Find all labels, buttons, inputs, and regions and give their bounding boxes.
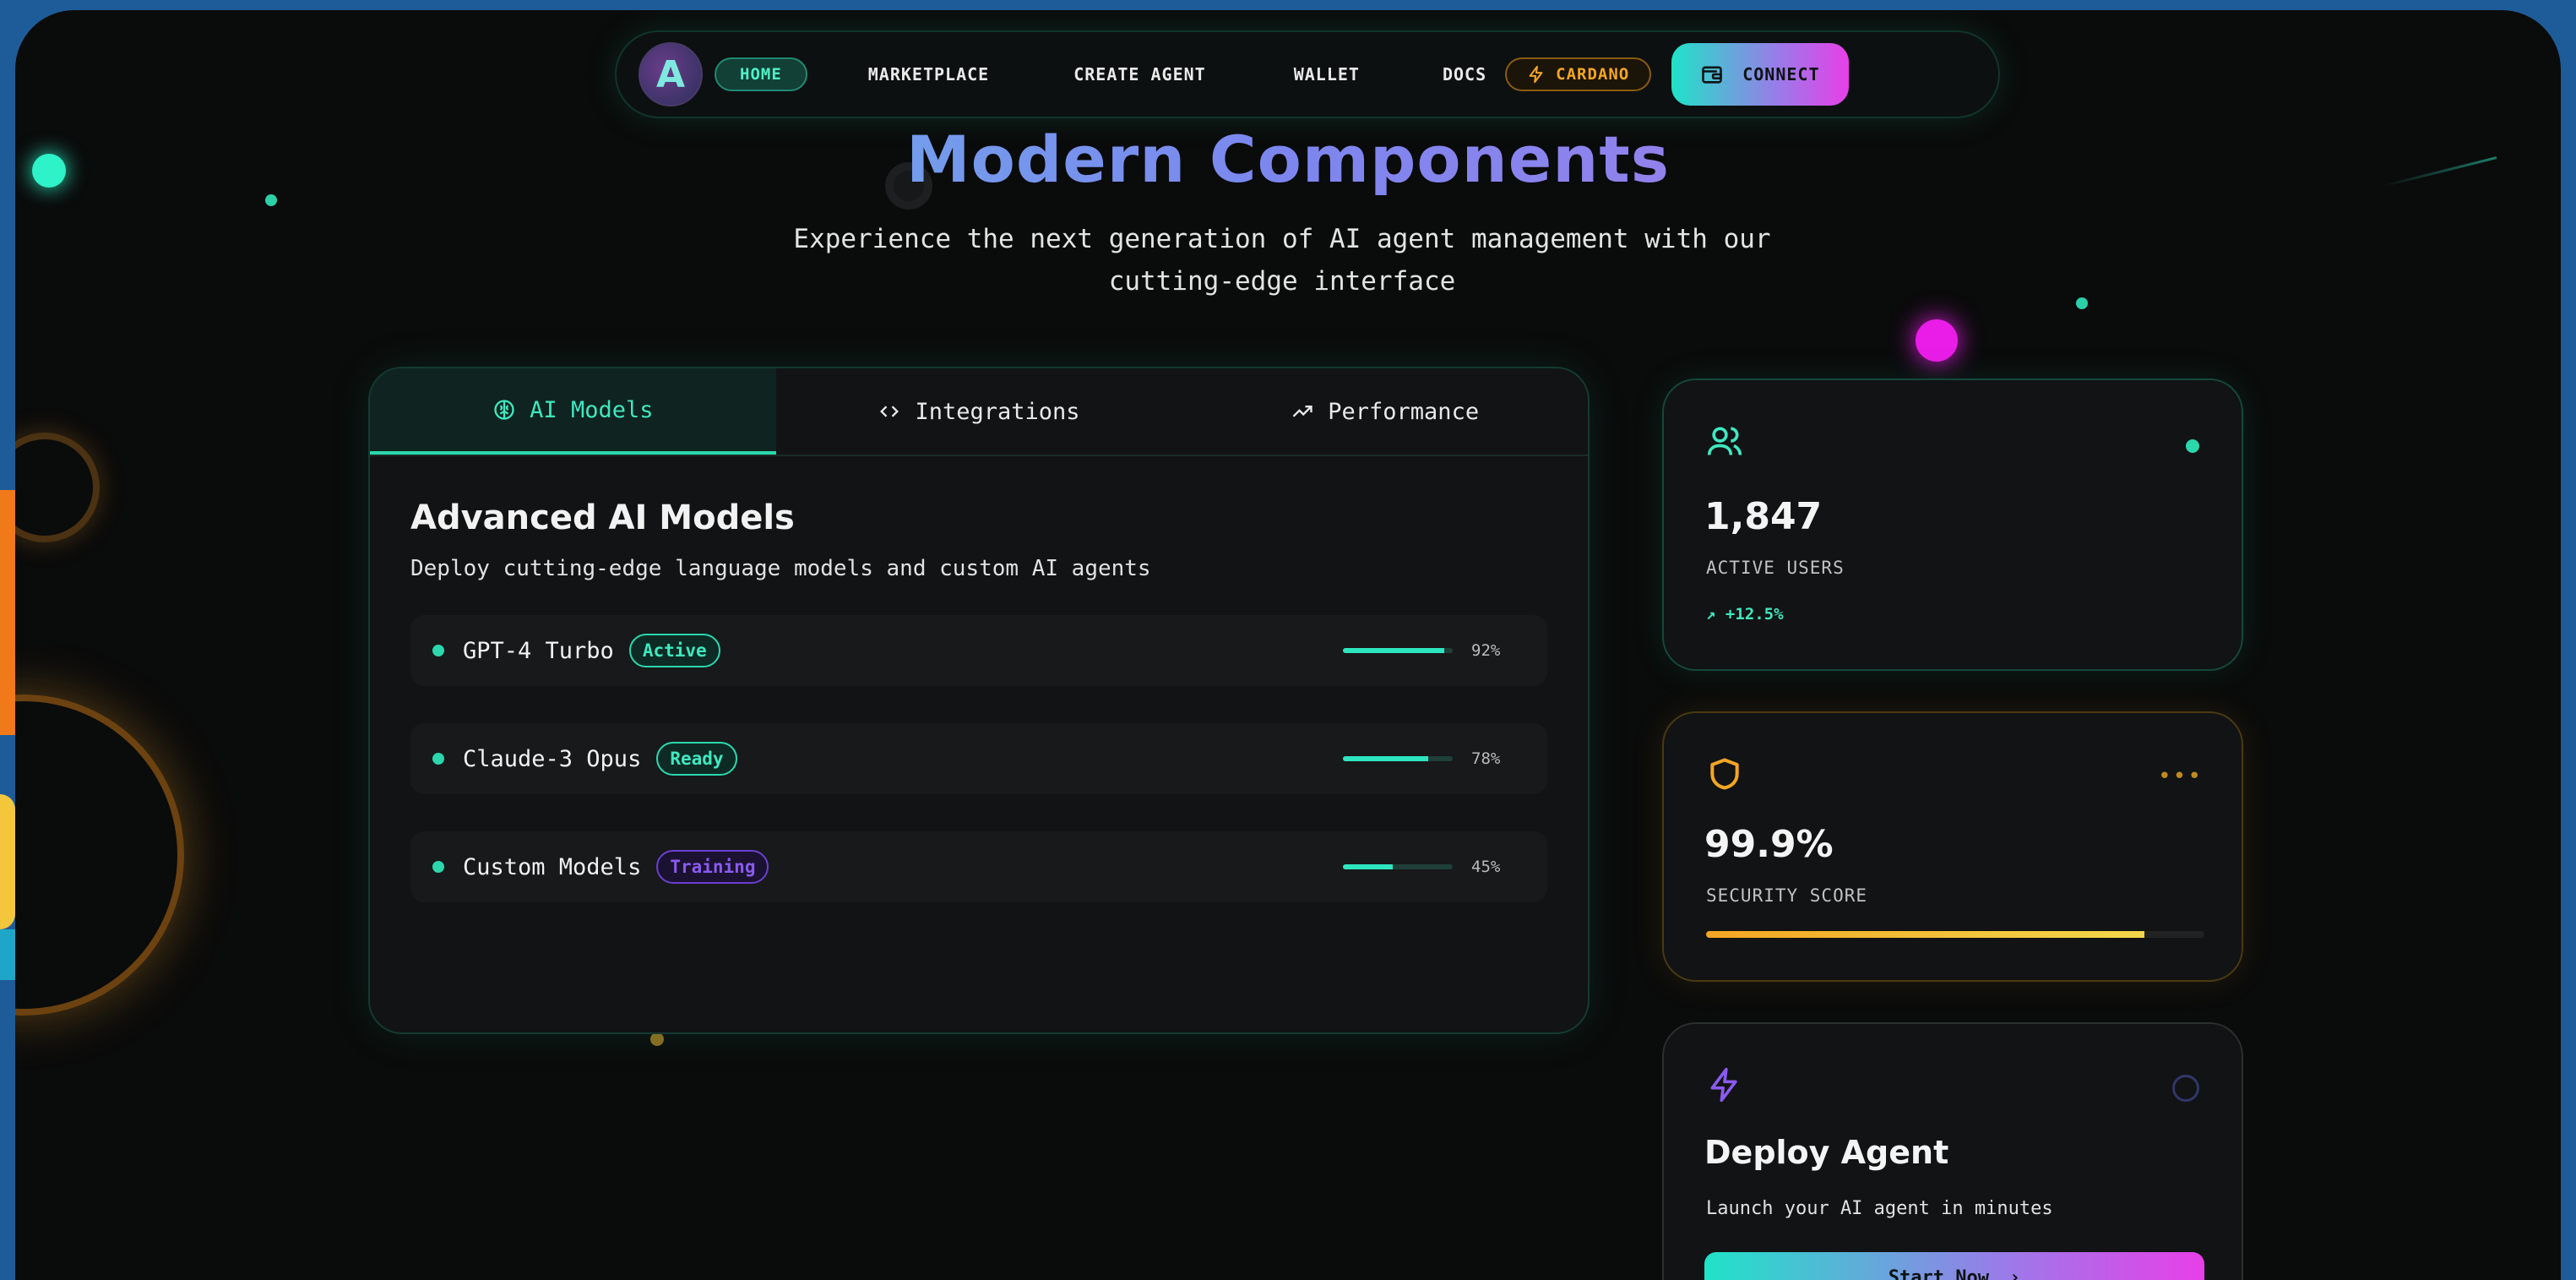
status-dot — [432, 861, 444, 873]
chevron-right-icon: › — [2008, 1266, 2021, 1280]
page-subtitle: Experience the next generation of AI age… — [793, 224, 1771, 297]
edge-decoration-yellow — [0, 794, 15, 929]
tab-performance[interactable]: Performance — [1182, 368, 1588, 455]
brain-icon — [494, 400, 514, 420]
feature-panel: AI Models Integrations Performance Advan… — [368, 367, 1590, 1034]
decorative-ring-small — [15, 433, 100, 542]
security-score-value: 99.9% — [1704, 823, 1834, 866]
progress-bar — [1343, 756, 1453, 761]
model-name: GPT-4 Turbo — [463, 637, 614, 664]
lightning-icon — [1710, 1067, 1737, 1103]
connect-wallet-button[interactable]: CONNECT — [1671, 43, 1849, 106]
nav-link-docs[interactable]: DOCS — [1443, 64, 1486, 84]
active-users-label: ACTIVE USERS — [1706, 558, 1845, 578]
progress-percent: 92% — [1471, 641, 1501, 660]
app-window: A HOME MARKETPLACE CREATE AGENT WALLET D… — [15, 10, 2561, 1280]
tab-label: Integrations — [915, 398, 1080, 425]
panel-title: Advanced AI Models — [410, 498, 795, 537]
status-dot — [432, 753, 444, 765]
nav-link-marketplace[interactable]: MARKETPLACE — [868, 64, 989, 84]
tab-bar: AI Models Integrations Performance — [370, 368, 1588, 456]
tab-integrations[interactable]: Integrations — [776, 368, 1182, 455]
progress-fill — [1343, 648, 1444, 653]
tab-ai-models[interactable]: AI Models — [370, 368, 776, 455]
progress-fill — [1706, 931, 2145, 938]
lightning-icon — [1529, 65, 1543, 84]
status-badge: Active — [628, 634, 720, 667]
nav-home-button[interactable]: HOME — [715, 57, 807, 91]
edge-decoration-orange — [0, 490, 15, 735]
more-options-icon[interactable]: ••• — [2158, 764, 2203, 789]
progress-percent: 78% — [1471, 749, 1501, 768]
tab-label: AI Models — [530, 396, 654, 423]
list-item[interactable]: Claude-3 Opus Ready 78% — [410, 723, 1547, 794]
users-icon — [1707, 427, 1742, 455]
progress-fill — [1343, 756, 1429, 761]
tab-label: Performance — [1328, 398, 1480, 425]
security-progress-bar — [1706, 931, 2204, 938]
status-badge: Training — [656, 850, 769, 884]
trend-up-icon: ↗ — [1706, 605, 1716, 624]
panel-description: Deploy cutting-edge language models and … — [410, 556, 1151, 581]
start-now-button[interactable]: Start Now › — [1704, 1252, 2204, 1280]
glow-dot — [650, 1032, 664, 1046]
trend-value: +12.5% — [1725, 605, 1784, 624]
shield-icon — [1710, 758, 1739, 790]
progress-bar — [1343, 648, 1453, 653]
security-score-label: SECURITY SCORE — [1706, 885, 1868, 906]
cardano-label: CARDANO — [1556, 65, 1630, 84]
status-badge: Ready — [656, 742, 737, 776]
circle-icon — [2172, 1075, 2199, 1102]
trend-icon — [1292, 406, 1312, 417]
glow-dot — [2076, 297, 2088, 309]
progress-percent: 45% — [1471, 858, 1501, 876]
list-item[interactable]: Custom Models Training 45% — [410, 831, 1547, 902]
model-name: Claude-3 Opus — [463, 745, 642, 772]
security-score-card[interactable]: ••• 99.9% SECURITY SCORE — [1662, 711, 2243, 982]
model-list: GPT-4 Turbo Active 92% Claude-3 Opus Rea… — [410, 615, 1547, 902]
active-users-value: 1,847 — [1704, 495, 1823, 538]
page-title: Modern Components — [15, 122, 2561, 197]
progress-fill — [1343, 864, 1393, 869]
model-name: Custom Models — [463, 853, 642, 880]
edge-decoration-teal — [0, 929, 15, 980]
active-users-card[interactable]: 1,847 ACTIVE USERS ↗ +12.5% — [1662, 379, 2243, 671]
deploy-title: Deploy Agent — [1704, 1134, 1949, 1171]
glow-dot — [1916, 319, 1958, 362]
connect-label: CONNECT — [1742, 64, 1820, 84]
status-dot — [432, 645, 444, 656]
status-dot — [2186, 439, 2199, 453]
cardano-network-button[interactable]: CARDANO — [1505, 57, 1652, 91]
deploy-description: Launch your AI agent in minutes — [1706, 1198, 2053, 1219]
nav-link-wallet[interactable]: WALLET — [1294, 64, 1360, 84]
list-item[interactable]: GPT-4 Turbo Active 92% — [410, 615, 1547, 686]
code-icon — [880, 406, 899, 417]
logo[interactable]: A — [639, 42, 703, 106]
wallet-icon — [1702, 66, 1723, 84]
top-navigation: A HOME MARKETPLACE CREATE AGENT WALLET D… — [615, 30, 2000, 118]
decorative-ring-large — [15, 694, 184, 1016]
trend-indicator: ↗ +12.5% — [1706, 605, 1784, 624]
start-label: Start Now — [1888, 1266, 1989, 1280]
nav-link-create-agent[interactable]: CREATE AGENT — [1073, 64, 1206, 84]
deploy-agent-card[interactable]: Deploy Agent Launch your AI agent in min… — [1662, 1022, 2243, 1280]
progress-bar — [1343, 864, 1453, 869]
